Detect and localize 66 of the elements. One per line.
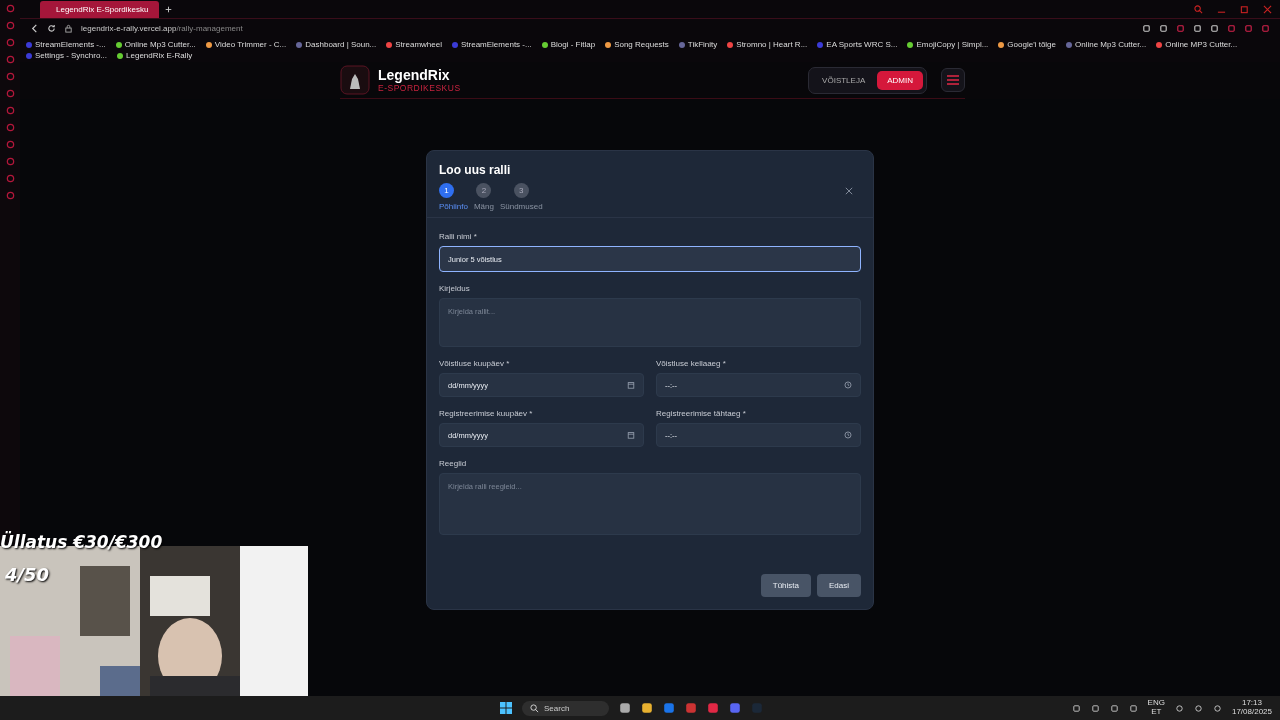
- step-number[interactable]: 3: [513, 183, 529, 198]
- calendar-icon[interactable]: [627, 381, 635, 389]
- bookmark[interactable]: EmojiCopy | Simpl...: [907, 40, 989, 49]
- brand-subtitle: E-SPORDIKESKUS: [378, 83, 461, 93]
- field-label: Reeglid: [439, 459, 468, 468]
- bookmark[interactable]: EA Sports WRC S...: [817, 40, 898, 49]
- step-number[interactable]: 1: [439, 183, 454, 198]
- lock-icon: [64, 24, 73, 33]
- goal-count: 4/50: [5, 564, 50, 585]
- clock-icon[interactable]: [844, 431, 852, 439]
- close-icon[interactable]: [845, 187, 853, 195]
- bookmark[interactable]: LegendRix E-Rally: [117, 51, 193, 60]
- language-label[interactable]: ENG: [1147, 699, 1165, 708]
- calendar-icon[interactable]: [627, 431, 635, 439]
- field-label: Ralli nimi *: [439, 232, 478, 241]
- taskbar-app-icon[interactable]: [707, 702, 720, 714]
- role-tab[interactable]: ADMIN: [877, 70, 923, 90]
- close-icon[interactable]: [1263, 4, 1272, 14]
- step-number[interactable]: 2: [476, 183, 492, 198]
- next-button[interactable]: Edasi: [817, 574, 861, 597]
- bookmark[interactable]: StreamElements -...: [26, 40, 106, 49]
- bookmark[interactable]: Song Requests: [605, 40, 669, 49]
- bookmark[interactable]: Dashboard | Soun...: [296, 40, 377, 49]
- start-icon[interactable]: [500, 702, 512, 714]
- bookmark[interactable]: Streamwheel: [386, 40, 442, 49]
- layout-label[interactable]: ET: [1151, 708, 1162, 717]
- search-icon: [530, 703, 539, 713]
- bookmark[interactable]: Settings - Synchro...: [26, 51, 108, 60]
- role-tab[interactable]: VÕISTLEJA: [812, 70, 876, 90]
- step-label: Sündmused: [499, 202, 543, 211]
- bookmark[interactable]: Online Mp3 Cutter...: [1066, 40, 1147, 49]
- bookmark[interactable]: Online Mp3 Cutter...: [115, 40, 196, 49]
- clock-icon[interactable]: [844, 381, 852, 389]
- new-tab-icon[interactable]: [164, 5, 172, 13]
- field-label: Registreerimise tähtaeg *: [656, 409, 747, 418]
- taskbar-app-icon[interactable]: [641, 702, 654, 714]
- field-label: Registreerimise kuupäev *: [439, 409, 534, 418]
- bookmark[interactable]: Blogi - Fitlap: [541, 40, 596, 49]
- taskbar-app-icon[interactable]: [663, 702, 676, 714]
- maximize-icon[interactable]: [1240, 4, 1249, 14]
- brand-name: LegendRix: [378, 67, 451, 83]
- menu-icon: [947, 75, 959, 85]
- bookmark[interactable]: Online MP3 Cutter...: [1156, 40, 1238, 49]
- browser-tab[interactable]: LegendRix E-Spordikesku: [40, 0, 159, 18]
- address-bar[interactable]: legendrix-e-rally.vercel.app/rally-management: [81, 24, 243, 33]
- dialog-title: Loo uus ralli: [439, 163, 512, 177]
- back-icon[interactable]: [30, 24, 39, 33]
- field-label: Võistluse kellaaeg *: [656, 359, 727, 368]
- step-label: Põhiinfo: [439, 202, 468, 211]
- bookmark[interactable]: Video Trimmer - C...: [205, 40, 287, 49]
- search-field[interactable]: Search: [522, 700, 610, 716]
- reload-icon[interactable]: [47, 24, 56, 33]
- clock-time[interactable]: 17:13: [1241, 699, 1262, 708]
- cancel-button[interactable]: Tühista: [760, 574, 811, 597]
- bookmark[interactable]: Stromno | Heart R...: [727, 40, 808, 49]
- bookmark[interactable]: TikFinity: [678, 40, 718, 49]
- step-label: Mäng: [473, 202, 494, 211]
- bookmark[interactable]: StreamElements -...: [451, 40, 532, 49]
- bookmark[interactable]: Google'i tõlge: [998, 40, 1056, 49]
- clock-date[interactable]: 17/08/2025: [1231, 708, 1272, 717]
- search-icon[interactable]: [1194, 4, 1203, 14]
- menu-button[interactable]: [941, 68, 965, 92]
- taskbar-app-icon[interactable]: [619, 702, 632, 714]
- taskbar-app-icon[interactable]: [729, 702, 742, 714]
- field-label: Võistluse kuupäev *: [439, 359, 511, 368]
- field-label: Kirjeldus: [439, 284, 471, 293]
